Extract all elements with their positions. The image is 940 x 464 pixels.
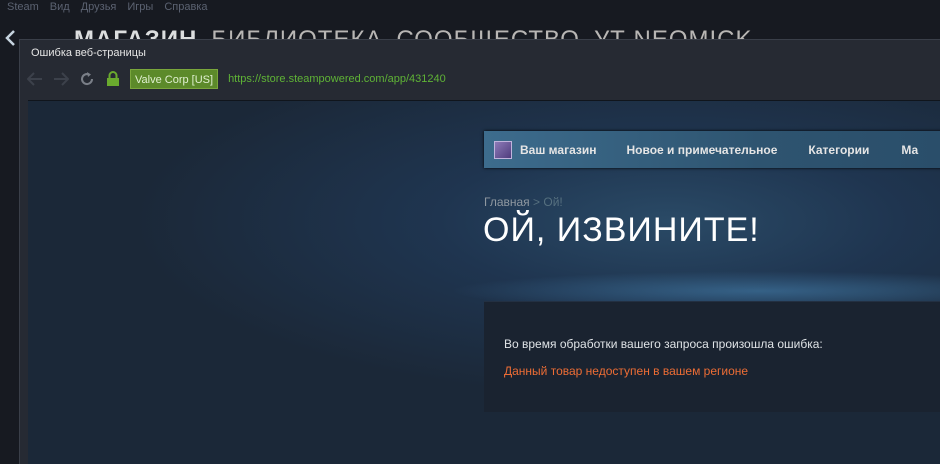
store-nav-your-store[interactable]: Ваш магазин [520,143,596,157]
lock-icon [102,68,124,90]
url-text[interactable]: https://store.steampowered.com/app/43124… [228,73,446,85]
menu-view[interactable]: Вид [50,1,70,13]
menu-bar: Steam Вид Друзья Игры Справка [0,0,940,14]
web-content: Ваш магазин Новое и примечательное Катег… [28,100,940,464]
reload-icon[interactable] [76,68,98,90]
breadcrumb-home[interactable]: Главная [484,195,530,209]
breadcrumb-current: Ой! [543,195,563,209]
menu-help[interactable]: Справка [164,1,207,13]
menu-friends[interactable]: Друзья [81,1,117,13]
error-intro-text: Во время обработки вашего запроса произо… [504,337,823,351]
error-box: Во время обработки вашего запроса произо… [484,301,940,412]
breadcrumb-separator: > [533,195,541,209]
menu-steam[interactable]: Steam [7,1,39,13]
forward-icon[interactable] [50,68,72,90]
store-nav-categories[interactable]: Категории [808,143,869,157]
store-nav-bar: Ваш магазин Новое и примечательное Катег… [484,131,940,168]
breadcrumb: Главная > Ой! [484,195,563,209]
certificate-badge[interactable]: Valve Corp [US] [130,69,219,89]
back-icon[interactable] [24,68,46,90]
store-nav-new-noteworthy[interactable]: Новое и примечательное [626,143,777,157]
page-title: ОЙ, ИЗВИНИТЕ! [483,211,760,249]
avatar[interactable] [494,140,512,159]
web-error-window: Ошибка веб-страницы Valve Corp [US] http… [19,39,940,464]
url-bar: Valve Corp [US] https://store.steampower… [20,64,940,94]
store-nav-more[interactable]: Ма [901,143,918,157]
window-title: Ошибка веб-страницы [31,47,146,59]
menu-games[interactable]: Игры [127,1,153,13]
error-detail-text: Данный товар недоступен в вашем регионе [504,364,749,378]
back-arrow-icon[interactable] [4,30,18,49]
